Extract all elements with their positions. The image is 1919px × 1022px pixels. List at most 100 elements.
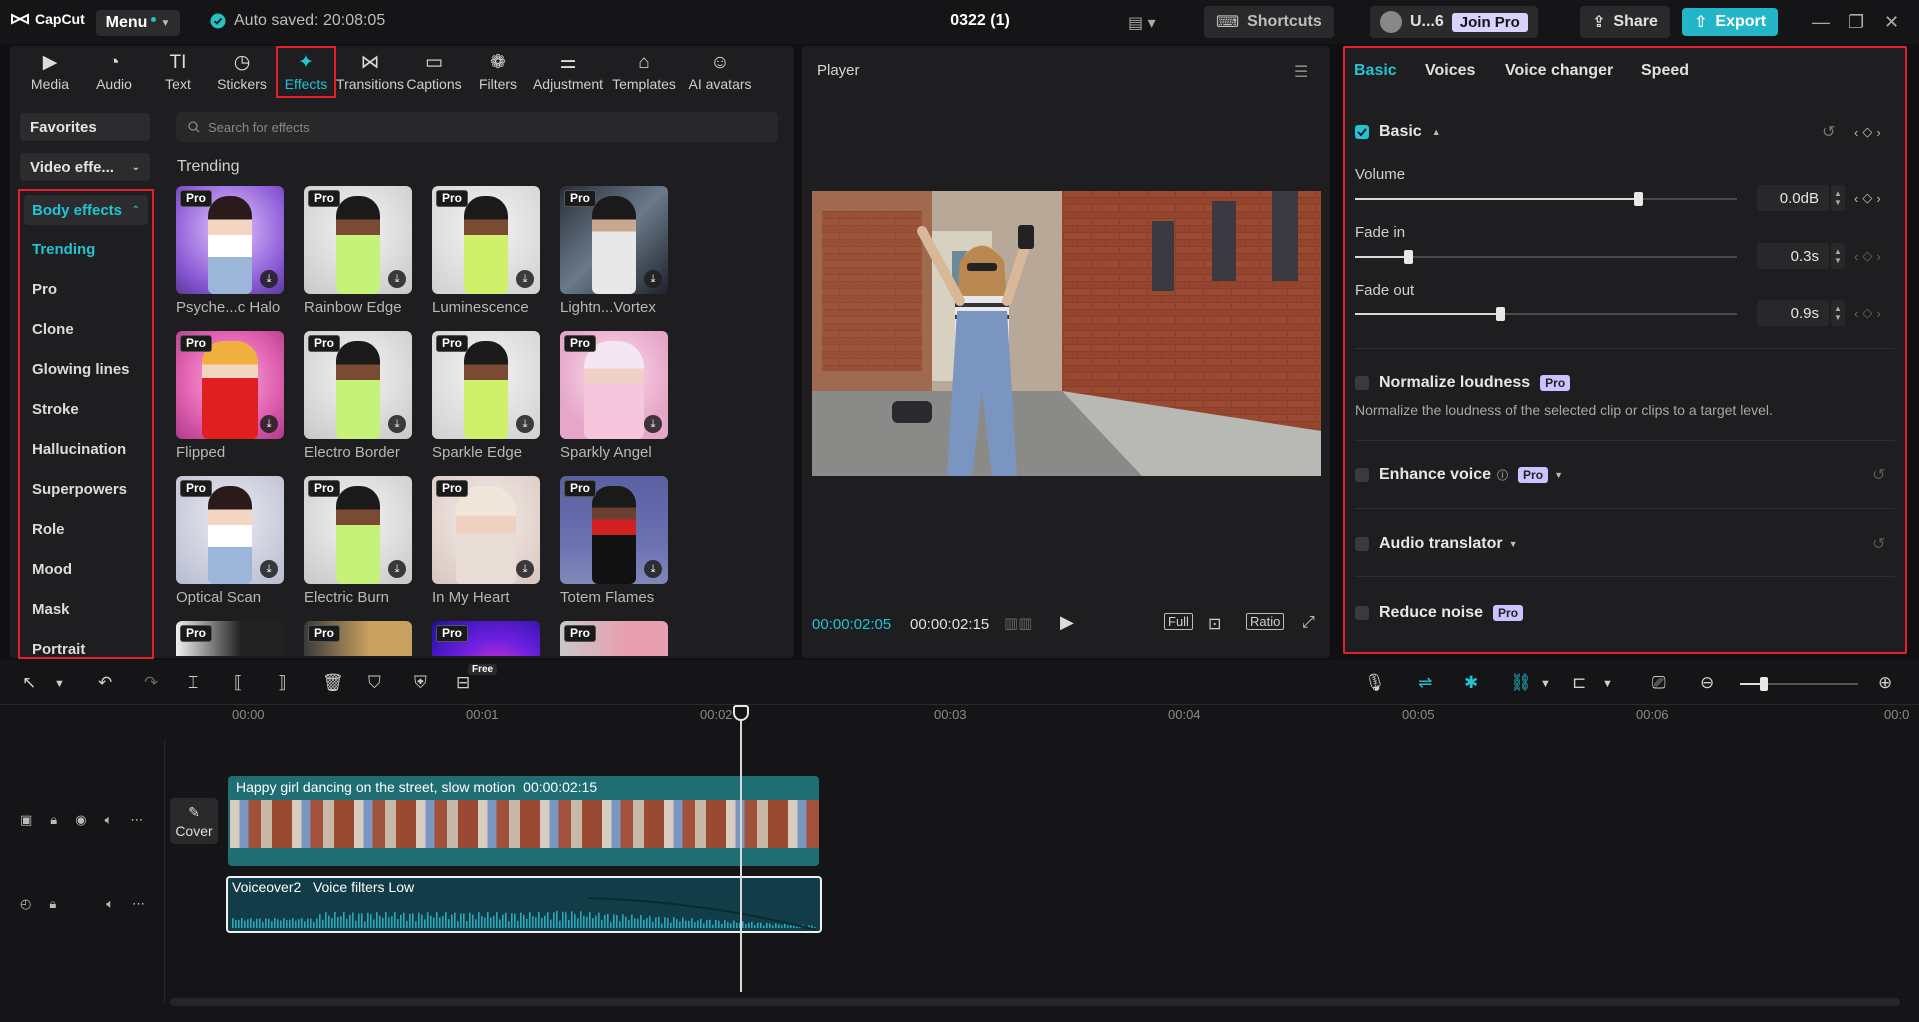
delete-icon[interactable]: 🗑 — [322, 673, 344, 693]
search-input[interactable]: Search for effects — [208, 120, 310, 135]
video-clip[interactable]: Happy girl dancing on the street, slow m… — [228, 776, 819, 866]
fade-out-keyframe[interactable]: ‹ ◇ › — [1854, 305, 1881, 321]
select-tool-icon[interactable]: ↖ — [22, 673, 36, 693]
effect-card[interactable]: Pro ⤓ Totem Flames — [560, 476, 670, 606]
download-icon[interactable]: ⤓ — [260, 415, 278, 433]
audio-clip[interactable]: Voiceover2 Voice filters Low — [226, 876, 822, 933]
fade-in-input[interactable]: 0.3s — [1757, 243, 1829, 269]
zoom-slider-handle[interactable] — [1760, 677, 1768, 691]
fade-in-slider[interactable] — [1355, 250, 1737, 264]
body-effects-header[interactable]: Body effects ⌃ — [24, 195, 148, 225]
reset-icon[interactable]: ↺ — [1872, 465, 1885, 485]
effects-search[interactable]: Search for effects — [176, 112, 778, 142]
menu-button[interactable]: Menu ▼ — [96, 10, 180, 36]
basic-section-header[interactable]: Basic ▲ — [1355, 123, 1441, 141]
tab-stickers[interactable]: ◷ Stickers — [210, 46, 274, 98]
volume-keyframe[interactable]: ‹ ◇ › — [1854, 190, 1881, 206]
shield-icon[interactable]: ⛨ — [414, 673, 427, 693]
fullscreen-icon[interactable]: ⤢ — [1302, 614, 1315, 632]
effect-card[interactable]: Pro ⤓ Electric Burn — [304, 476, 414, 606]
split-left-icon[interactable]: ⟦ — [234, 673, 242, 693]
effect-card[interactable]: Pro — [176, 621, 286, 656]
link-icon[interactable]: ⛓ — [1510, 673, 1532, 693]
chevron-down-icon[interactable]: ▼ — [1540, 678, 1551, 690]
audio-translator-row[interactable]: Audio translator ▼ — [1355, 535, 1517, 553]
auto-snap-icon[interactable]: ✱ — [1464, 673, 1478, 693]
download-icon[interactable]: ⤓ — [260, 560, 278, 578]
reduce-noise-row[interactable]: Reduce noise Pro — [1355, 604, 1524, 622]
effect-card[interactable]: Pro ⤓ Psyche...c Halo — [176, 186, 286, 316]
audio-translator-checkbox[interactable] — [1355, 537, 1369, 551]
download-icon[interactable]: ⤓ — [644, 270, 662, 288]
effect-card[interactable]: Pro ⤓ Luminescence — [432, 186, 542, 316]
tab-adjustment[interactable]: ⚌ Adjustment — [530, 46, 606, 98]
tab-voice-changer[interactable]: Voice changer — [1505, 62, 1613, 80]
redo-icon[interactable]: ↷ — [144, 673, 158, 693]
category-clone[interactable]: Clone — [20, 309, 152, 349]
share-button[interactable]: ⇪ Share — [1580, 6, 1670, 38]
more-icon[interactable]: ⋯ — [132, 896, 145, 912]
fade-out-slider[interactable] — [1355, 307, 1737, 321]
effect-card[interactable]: Pro ⤓ Sparkle Edge — [432, 331, 542, 461]
preview-axis-icon[interactable]: ⊏ — [1572, 673, 1586, 693]
undo-icon[interactable]: ↶ — [98, 673, 112, 693]
ratio-button[interactable]: Ratio — [1246, 613, 1285, 630]
split-icon[interactable]: ⌶ — [188, 673, 198, 693]
effect-card[interactable]: Pro — [560, 621, 670, 656]
zoom-slider[interactable] — [1740, 677, 1858, 691]
tab-basic[interactable]: Basic — [1354, 62, 1397, 80]
effect-card[interactable]: Pro ⤓ In My Heart — [432, 476, 542, 606]
effect-card[interactable]: Pro — [432, 621, 542, 656]
lock-icon[interactable]: 🔒︎ — [49, 896, 56, 912]
tab-media[interactable]: ▶ Media — [18, 46, 82, 98]
fade-out-input[interactable]: 0.9s — [1757, 300, 1829, 326]
restore-icon[interactable]: ❐ — [1848, 12, 1864, 33]
fade-out-stepper[interactable]: ▲ ▼ — [1831, 300, 1845, 326]
volume-slider-handle[interactable] — [1634, 192, 1643, 206]
category-glowing-lines[interactable]: Glowing lines — [20, 349, 152, 389]
chevron-down-icon[interactable]: ▼ — [54, 678, 65, 690]
download-icon[interactable]: ⤓ — [260, 270, 278, 288]
info-icon[interactable]: ⓘ — [1497, 467, 1508, 483]
download-icon[interactable]: ⤓ — [644, 415, 662, 433]
download-icon[interactable]: ⤓ — [388, 270, 406, 288]
user-account[interactable]: U...6 Join Pro — [1370, 6, 1538, 38]
favorites-button[interactable]: Favorites — [20, 113, 150, 141]
volume-input[interactable]: 0.0dB — [1757, 185, 1829, 211]
category-role[interactable]: Role — [20, 509, 152, 549]
effect-card[interactable]: Pro ⤓ Rainbow Edge — [304, 186, 414, 316]
timeline-ruler[interactable]: 00:00 00:01 00:02 00:03 00:04 00:05 00:0… — [228, 704, 1909, 726]
full-button[interactable]: Full — [1164, 613, 1193, 630]
basic-checkbox[interactable] — [1355, 125, 1369, 139]
zoom-in-icon[interactable]: ⊕ — [1878, 673, 1892, 693]
zoom-out-icon[interactable]: ⊖ — [1700, 673, 1714, 693]
effect-card[interactable]: Pro ⤓ Electro Border — [304, 331, 414, 461]
tab-ai-avatars[interactable]: ☺ AI avatars — [682, 46, 758, 98]
eye-icon[interactable]: ◉ — [75, 812, 86, 828]
join-pro-button[interactable]: Join Pro — [1451, 12, 1528, 32]
download-icon[interactable]: ⤓ — [388, 415, 406, 433]
tab-transitions[interactable]: ⋈ Transitions — [336, 46, 404, 98]
download-icon[interactable]: ⤓ — [516, 560, 534, 578]
volume-slider[interactable] — [1355, 192, 1737, 206]
playhead-handle[interactable] — [733, 705, 749, 721]
reset-icon[interactable]: ↺ — [1872, 534, 1885, 554]
download-icon[interactable]: ⤓ — [516, 270, 534, 288]
speaker-icon[interactable]: 🔈︎ — [106, 896, 114, 912]
normalize-loudness-row[interactable]: Normalize loudness Pro — [1355, 374, 1571, 392]
layout-icon[interactable]: ▤ ▾ — [1128, 13, 1156, 33]
volume-stepper[interactable]: ▲ ▼ — [1831, 185, 1845, 211]
effect-card[interactable]: Pro ⤓ Sparkly Angel — [560, 331, 670, 461]
playhead[interactable] — [740, 706, 742, 992]
more-icon[interactable]: ⋯ — [130, 812, 143, 828]
keyframe-controls[interactable]: ‹ ◇ › — [1854, 124, 1881, 140]
auto-caption-icon[interactable]: ⊟ — [456, 673, 470, 693]
tab-audio[interactable]: ◔ Audio — [82, 46, 146, 98]
tab-templates[interactable]: ⌂ Templates — [606, 46, 682, 98]
tab-filters[interactable]: ❁ Filters — [466, 46, 530, 98]
effect-card[interactable]: Pro ⤓ Flipped — [176, 331, 286, 461]
category-hallucination[interactable]: Hallucination — [20, 429, 152, 469]
effect-card[interactable]: Pro ⤓ Lightn...Vortex — [560, 186, 670, 316]
download-icon[interactable]: ⤓ — [644, 560, 662, 578]
normalize-checkbox[interactable] — [1355, 376, 1369, 390]
